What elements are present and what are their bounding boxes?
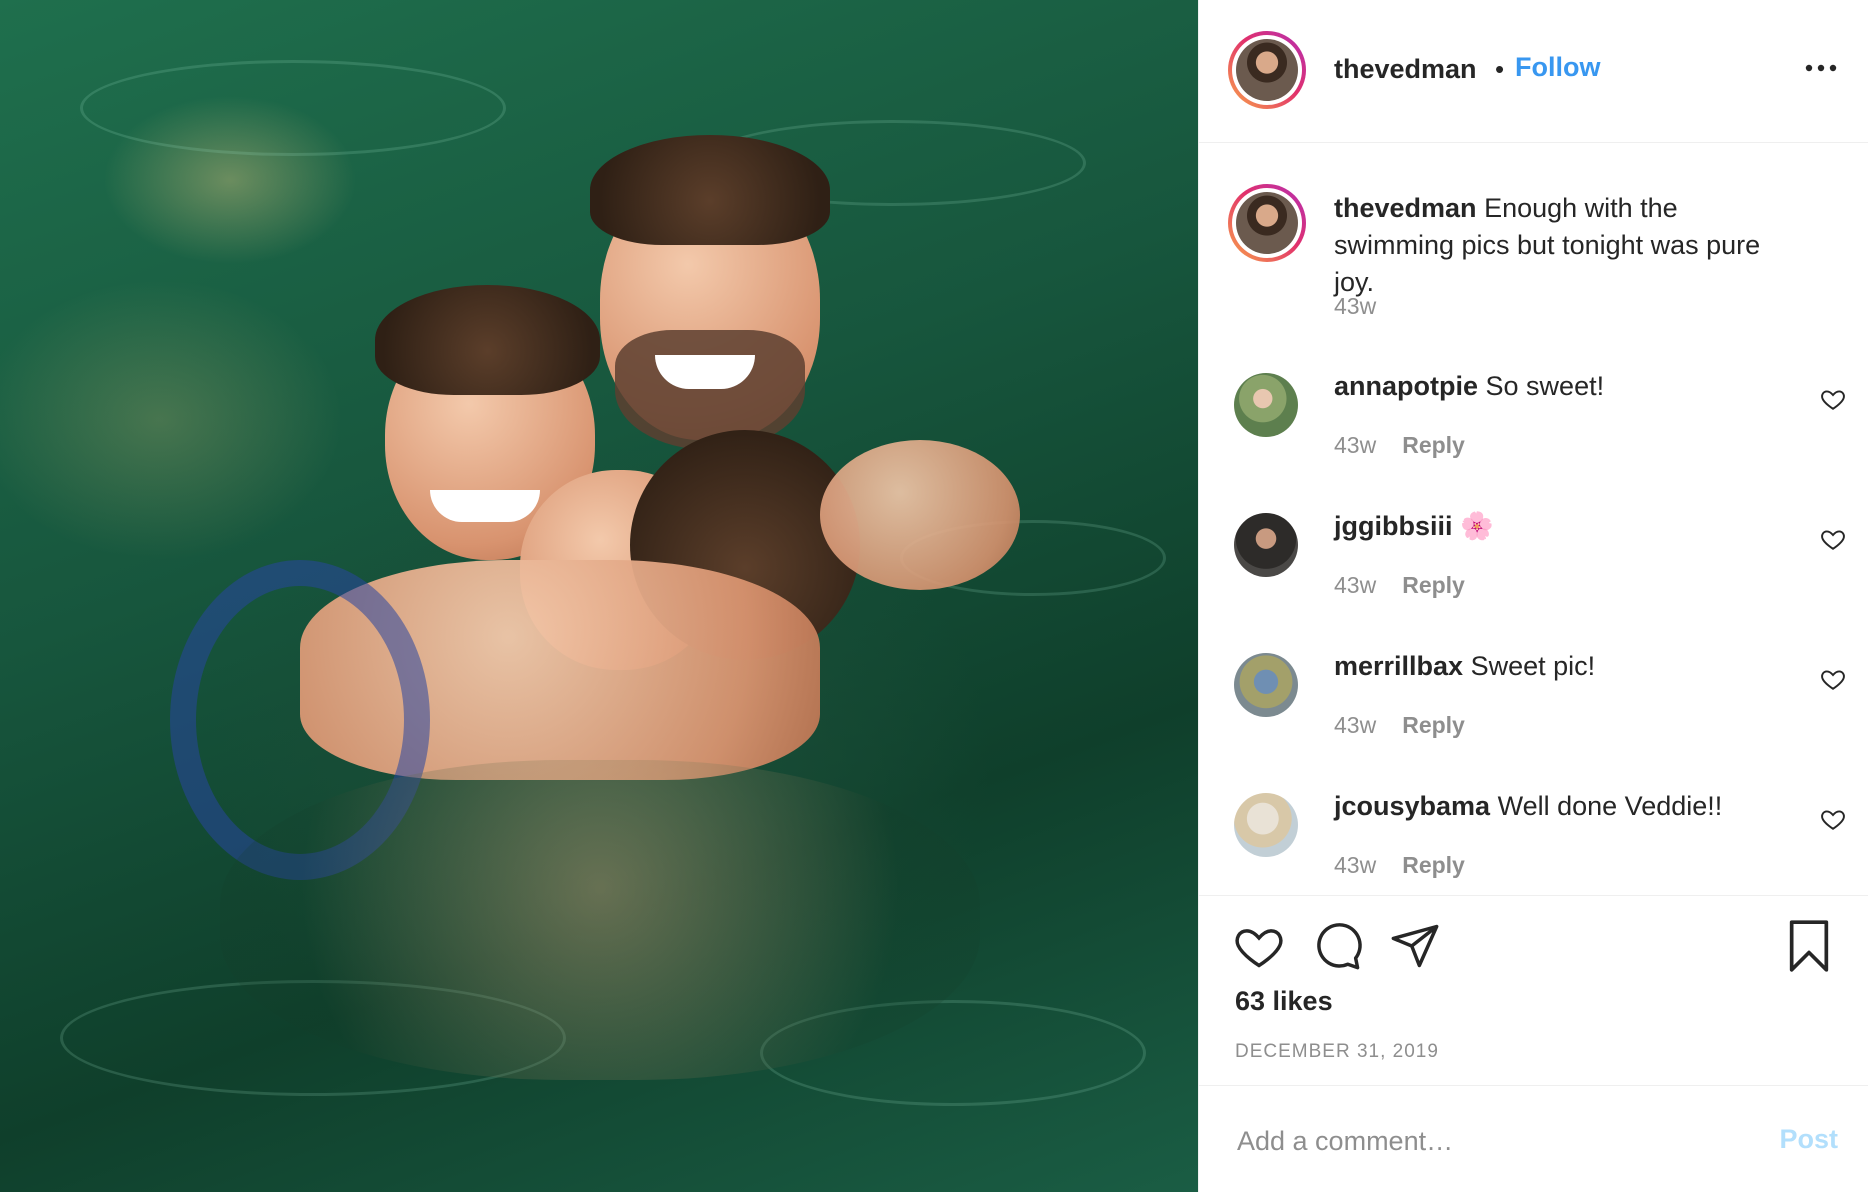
- comment-text: jggibbsiii 🌸: [1334, 508, 1774, 545]
- comment-composer: Post: [1199, 1085, 1868, 1192]
- comment-row: jcousybama Well done Veddie!! 43w Reply: [1199, 778, 1868, 895]
- comment-input[interactable]: [1235, 1118, 1719, 1164]
- comment-time[interactable]: 43w: [1334, 712, 1376, 738]
- post-date[interactable]: DECEMBER 31, 2019: [1235, 1041, 1439, 1063]
- comment-meta: 43w Reply: [1334, 432, 1465, 459]
- comment-row: annapotpie So sweet! 43w Reply: [1199, 358, 1868, 478]
- comment-text: merrillbax Sweet pic!: [1334, 648, 1774, 685]
- commenter-username[interactable]: jggibbsiii: [1334, 511, 1453, 541]
- post-header: thevedman • Follow: [1199, 0, 1868, 143]
- heart-icon[interactable]: [1820, 526, 1846, 552]
- comment-meta: 43w Reply: [1334, 712, 1465, 739]
- heart-icon[interactable]: [1820, 666, 1846, 692]
- comment-time[interactable]: 43w: [1334, 852, 1376, 878]
- reply-button[interactable]: Reply: [1402, 432, 1465, 458]
- comment-body: Sweet pic!: [1470, 651, 1596, 681]
- comment-row: jggibbsiii 🌸 43w Reply: [1199, 498, 1868, 618]
- post-photo[interactable]: [0, 0, 1198, 1192]
- commenter-username[interactable]: annapotpie: [1334, 371, 1478, 401]
- commenter-avatar[interactable]: [1234, 513, 1298, 577]
- reply-button[interactable]: Reply: [1402, 572, 1465, 598]
- comment-meta: 43w Reply: [1334, 852, 1465, 879]
- heart-icon[interactable]: [1820, 806, 1846, 832]
- caption-timestamp[interactable]: 43w: [1334, 293, 1376, 319]
- reply-button[interactable]: Reply: [1402, 712, 1465, 738]
- reply-button[interactable]: Reply: [1402, 852, 1465, 878]
- comment-meta: 43w Reply: [1334, 572, 1465, 599]
- adult-beard: [615, 330, 805, 450]
- author-avatar[interactable]: [1228, 31, 1306, 109]
- child-one-hair: [375, 285, 600, 395]
- commenter-avatar[interactable]: [1234, 793, 1298, 857]
- caption-text: thevedman Enough with the swimming pics …: [1334, 190, 1774, 301]
- commenter-username[interactable]: jcousybama: [1334, 791, 1490, 821]
- child-one-smile: [430, 490, 540, 522]
- comment-row: merrillbax Sweet pic! 43w Reply: [1199, 638, 1868, 758]
- follow-button[interactable]: Follow: [1515, 52, 1600, 83]
- likes-count[interactable]: 63 likes: [1235, 986, 1333, 1017]
- comment-time[interactable]: 43w: [1334, 432, 1376, 458]
- heart-icon[interactable]: [1820, 386, 1846, 412]
- header-separator: •: [1495, 54, 1505, 84]
- heart-icon[interactable]: [1233, 920, 1285, 972]
- child-arm: [820, 440, 1020, 590]
- adult-hair: [590, 135, 830, 245]
- comment-text: jcousybama Well done Veddie!!: [1334, 788, 1774, 825]
- caption-row: thevedman Enough with the swimming pics …: [1199, 143, 1868, 319]
- comment-body: So sweet!: [1485, 371, 1605, 401]
- comment-icon[interactable]: [1311, 920, 1363, 972]
- commenter-username[interactable]: merrillbax: [1334, 651, 1463, 681]
- caption-username[interactable]: thevedman: [1334, 193, 1477, 223]
- caption-time: 43w: [1334, 293, 1376, 320]
- comment-time[interactable]: 43w: [1334, 572, 1376, 598]
- underwater-bodies: [220, 760, 980, 1080]
- comment-text: annapotpie So sweet!: [1334, 368, 1774, 405]
- caption-avatar[interactable]: [1228, 184, 1306, 262]
- comments-list[interactable]: thevedman Enough with the swimming pics …: [1199, 143, 1868, 895]
- author-username[interactable]: thevedman: [1334, 54, 1477, 85]
- more-horizontal-icon[interactable]: [1804, 58, 1838, 78]
- comment-body: Well done Veddie!!: [1497, 791, 1723, 821]
- share-icon[interactable]: [1389, 920, 1441, 972]
- post-comment-button[interactable]: Post: [1779, 1124, 1838, 1155]
- commenter-avatar[interactable]: [1234, 653, 1298, 717]
- bookmark-icon[interactable]: [1786, 920, 1832, 972]
- commenter-avatar[interactable]: [1234, 373, 1298, 437]
- post-sidebar: thevedman • Follow thevedman Enough with…: [1198, 0, 1868, 1192]
- comment-body: 🌸: [1460, 511, 1494, 541]
- action-bar: 63 likes DECEMBER 31, 2019: [1199, 895, 1868, 1085]
